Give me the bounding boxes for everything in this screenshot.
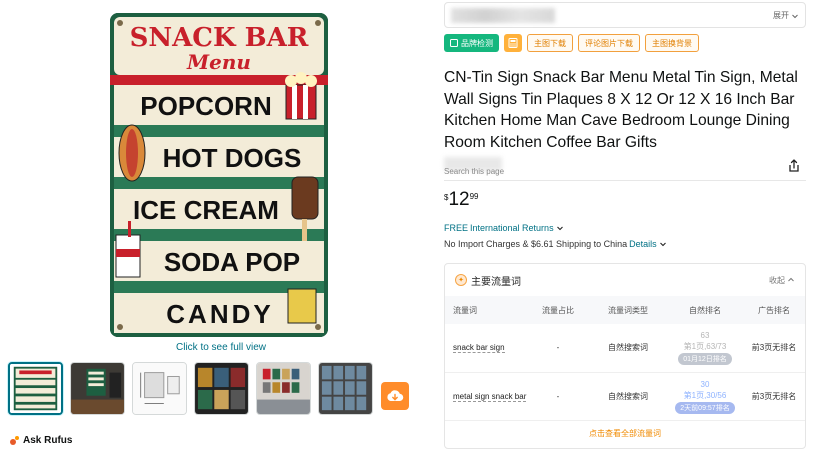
review-image-download-button[interactable]: 评论图片下载 xyxy=(578,34,640,52)
ad-rank-cell: 前3页无排名 xyxy=(743,372,805,421)
column-header: 流量占比 xyxy=(527,296,589,324)
column-header: 流量词类型 xyxy=(589,296,667,324)
collapse-label: 收起 xyxy=(769,275,785,285)
view-all-keywords-link[interactable]: 点击查看全部流量词 xyxy=(445,428,805,439)
brand-check-button[interactable]: 品牌检测 xyxy=(444,34,499,52)
popcorn-character-icon xyxy=(285,72,317,120)
column-header: 自然排名 xyxy=(667,296,743,324)
rank-date-badge: 01月12日排名 xyxy=(678,353,732,366)
collapse-toggle[interactable]: 收起 xyxy=(769,275,795,286)
rank-date-badge: 2天前09:57排名 xyxy=(675,401,735,414)
chevron-down-icon[interactable] xyxy=(556,224,564,232)
thumbnail-room-scene-dark[interactable] xyxy=(70,362,125,415)
returns-link[interactable]: International Returns xyxy=(470,223,554,233)
plugin-toolbar: 品牌检测 主图下载 评论图片下载 主图换背景 xyxy=(444,34,699,52)
ask-rufus-label: Ask Rufus xyxy=(23,435,73,446)
ask-rufus-button[interactable]: Ask Rufus xyxy=(10,435,72,446)
column-header: 流量词 xyxy=(445,296,527,324)
rank-number: 30 xyxy=(700,379,710,389)
share-cell: - xyxy=(527,324,589,373)
keyword-cell[interactable]: metal sign snack bar xyxy=(445,372,527,421)
sign-item-candy: CANDY xyxy=(166,299,273,329)
sign-header-line2: Menu xyxy=(186,50,251,74)
keyword-link[interactable]: snack bar sign xyxy=(453,343,505,354)
rufus-icon xyxy=(10,435,20,446)
type-cell: 自然搜索词 xyxy=(589,372,667,421)
table-row: metal sign snack bar - 自然搜索词 30 第1页,30/5… xyxy=(445,372,805,421)
table-row: snack bar sign - 自然搜索词 63 第1页,63/73 01月1… xyxy=(445,324,805,373)
sign-item-hotdogs: HOT DOGS xyxy=(163,143,302,173)
traffic-panel-title: 主要流量词 xyxy=(471,276,521,288)
price: $ 12 99 xyxy=(444,190,479,210)
full-view-link[interactable]: Click to see full view xyxy=(176,342,266,353)
main-image-download-button[interactable]: 主图下载 xyxy=(527,34,573,52)
search-page-label: Search this page xyxy=(444,167,505,176)
redacted-store-name xyxy=(451,8,555,23)
thumbnail-dimensions-diagram[interactable] xyxy=(132,362,187,415)
rank-detail: 第1页,63/73 xyxy=(683,342,727,352)
expand-label: 展开 xyxy=(773,11,789,20)
rank-number: 63 xyxy=(700,331,710,341)
returns-info[interactable]: FREE International Returns xyxy=(444,223,564,233)
main-product-image[interactable]: SNACK BAR Menu POPCORN HOT DOGS ICE CREA… xyxy=(110,13,328,337)
table-header-row: 流量词 流量占比 流量词类型 自然排名 广告排名 xyxy=(445,296,805,324)
chevron-down-icon xyxy=(792,14,798,18)
brand-check-label: 品牌检测 xyxy=(461,38,493,48)
share-icon[interactable] xyxy=(786,158,802,174)
column-header: 广告排名 xyxy=(743,296,805,324)
square-check-icon xyxy=(450,39,458,47)
details-link[interactable]: Details xyxy=(629,239,657,249)
thumbnail-snack-bar-menu[interactable] xyxy=(8,362,63,415)
hotdog-character-icon xyxy=(118,124,146,182)
product-title: CN-Tin Sign Snack Bar Menu Metal Tin Sig… xyxy=(444,69,798,151)
traffic-table: 流量词 流量占比 流量词类型 自然排名 广告排名 snack bar sign … xyxy=(445,296,805,421)
rank-detail: 第1页,30/56 xyxy=(683,390,727,400)
sign-item-popcorn: POPCORN xyxy=(140,91,271,121)
section-divider xyxy=(444,180,806,181)
search-this-page[interactable]: Search this page xyxy=(444,157,554,176)
thumbnail-strip xyxy=(8,362,409,415)
returns-free: FREE xyxy=(444,223,469,233)
thumbnail-many-signs-grid[interactable] xyxy=(318,362,373,415)
ad-rank-cell: 前3页无排名 xyxy=(743,324,805,373)
sign-item-icecream: ICE CREAM xyxy=(133,195,279,225)
thumbnail-wall-display-scene[interactable] xyxy=(256,362,311,415)
shipping-info: No Import Charges & $6.61 Shipping to Ch… xyxy=(444,239,667,249)
organic-rank-cell: 30 第1页,30/56 2天前09:57排名 xyxy=(667,372,743,421)
share-cell: - xyxy=(527,372,589,421)
calculator-button[interactable] xyxy=(504,34,522,52)
traffic-keyword-panel: ✦ 主要流量词 收起 流量词 流量占比 流量词类型 自然排名 广告排名 snac… xyxy=(444,263,806,449)
shipping-text: No Import Charges & $6.61 Shipping to Ch… xyxy=(444,239,628,249)
price-whole: 12 xyxy=(448,189,470,210)
sign-header-line1: SNACK BAR xyxy=(130,23,309,53)
sign-item-sodapop: SODA POP xyxy=(164,247,300,277)
expand-toggle[interactable]: 展开 xyxy=(773,10,799,21)
fire-icon: ✦ xyxy=(455,274,467,286)
chevron-up-icon xyxy=(788,277,794,282)
cloud-download-icon[interactable] xyxy=(381,382,409,410)
main-image-bg-button[interactable]: 主图换背景 xyxy=(645,34,699,52)
chevron-down-icon[interactable] xyxy=(659,240,667,248)
keyword-cell[interactable]: snack bar sign xyxy=(445,324,527,373)
traffic-panel-header: ✦ 主要流量词 收起 xyxy=(445,264,805,296)
candy-character-icon xyxy=(287,288,317,324)
organic-rank-cell: 63 第1页,63/73 01月12日排名 xyxy=(667,324,743,373)
store-info-bar[interactable]: 展开 xyxy=(444,2,806,28)
price-fraction: 99 xyxy=(469,192,479,201)
keyword-link[interactable]: metal sign snack bar xyxy=(453,391,527,402)
thumbnail-sign-collection-grid[interactable] xyxy=(194,362,249,415)
calculator-icon xyxy=(508,38,518,48)
type-cell: 自然搜索词 xyxy=(589,324,667,373)
